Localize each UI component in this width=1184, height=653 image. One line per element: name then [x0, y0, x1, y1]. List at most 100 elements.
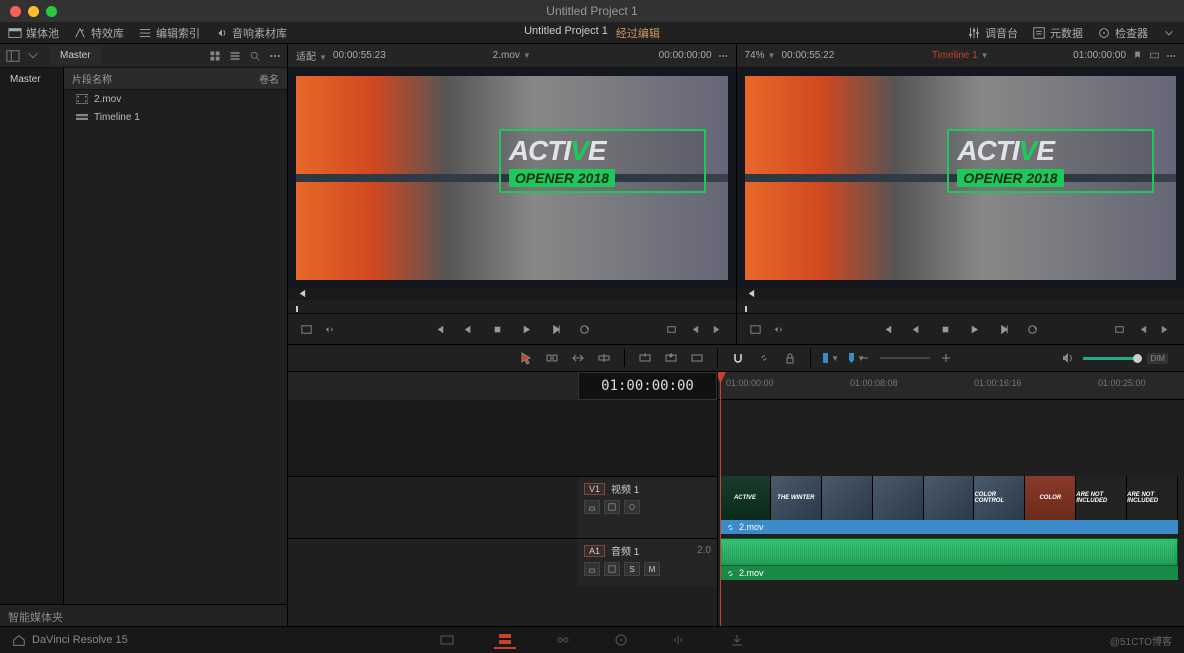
media-item-timeline[interactable]: Timeline 1: [64, 108, 287, 126]
edit-page-tab[interactable]: [494, 631, 516, 649]
auto-select-button[interactable]: [604, 562, 620, 576]
overwrite-clip-button[interactable]: [663, 350, 679, 366]
options-icon[interactable]: [269, 50, 281, 62]
solo-button[interactable]: S: [624, 562, 640, 576]
first-frame-button[interactable]: [881, 323, 894, 336]
media-pool-toggle[interactable]: 媒体池: [8, 25, 59, 41]
snapping-toggle[interactable]: [730, 350, 746, 366]
link-toggle[interactable]: [756, 350, 772, 366]
source-options-icon[interactable]: [718, 51, 728, 61]
sound-library-toggle[interactable]: 音响素材库: [214, 25, 287, 41]
jump-start-icon[interactable]: [745, 288, 756, 299]
mixer-toggle[interactable]: 调音台: [967, 25, 1018, 41]
insert-icon[interactable]: [665, 323, 678, 336]
zoom-out-button[interactable]: [856, 350, 872, 366]
deliver-page-tab[interactable]: [726, 631, 748, 649]
volume-slider[interactable]: [1083, 357, 1139, 360]
panel-expand-icon[interactable]: [26, 49, 40, 63]
media-item-clip[interactable]: 2.mov: [64, 90, 287, 108]
next-frame-button[interactable]: [549, 323, 562, 336]
program-options-icon[interactable]: [1166, 51, 1176, 61]
overwrite-icon[interactable]: [688, 323, 701, 336]
video-track-header[interactable]: V1视频 1: [578, 477, 717, 538]
program-marker-icon[interactable]: [1132, 50, 1143, 61]
next-frame-button[interactable]: [997, 323, 1010, 336]
loop-button[interactable]: [1026, 323, 1039, 336]
zoom-window-button[interactable]: [46, 6, 57, 17]
search-icon[interactable]: [249, 50, 261, 62]
auto-select-button[interactable]: [604, 500, 620, 514]
insert-icon[interactable]: [1113, 323, 1126, 336]
dynamic-trim-tool[interactable]: [570, 350, 586, 366]
effects-library-toggle[interactable]: 特效库: [73, 25, 124, 41]
breadcrumb-master[interactable]: Master: [50, 46, 101, 65]
in-out-icon[interactable]: [323, 323, 336, 336]
volume-icon[interactable]: [1061, 351, 1075, 365]
lock-toggle[interactable]: [782, 350, 798, 366]
play-button[interactable]: [520, 323, 533, 336]
jump-start-icon[interactable]: [296, 288, 307, 299]
selection-tool[interactable]: [518, 350, 534, 366]
dim-button[interactable]: DIM: [1147, 353, 1168, 364]
flag-dropdown[interactable]: ▼: [823, 350, 839, 366]
source-scrubber[interactable]: [288, 300, 736, 314]
source-clip-name[interactable]: 2.mov▼: [493, 50, 531, 61]
audio-clip[interactable]: [720, 538, 1178, 566]
close-window-button[interactable]: [10, 6, 21, 17]
metadata-toggle[interactable]: 元数据: [1032, 25, 1083, 41]
program-bypass-icon[interactable]: [1149, 50, 1160, 61]
list-view-icon[interactable]: [229, 50, 241, 62]
track-disable-button[interactable]: [624, 500, 640, 514]
blade-tool[interactable]: [596, 350, 612, 366]
edit-index-toggle[interactable]: 编辑索引: [138, 25, 200, 41]
mute-button[interactable]: M: [644, 562, 660, 576]
replace-clip-button[interactable]: [689, 350, 705, 366]
loop-button[interactable]: [578, 323, 591, 336]
timeline-timecode[interactable]: 01:00:00:00: [578, 372, 717, 400]
timeline-toolbar: ▼ ▼ DIM: [288, 344, 1184, 372]
color-page-tab[interactable]: [610, 631, 632, 649]
inspector-toggle[interactable]: 检查器: [1097, 25, 1148, 41]
zoom-in-button[interactable]: [938, 350, 954, 366]
fairlight-page-tab[interactable]: [668, 631, 690, 649]
trim-tool[interactable]: [544, 350, 560, 366]
first-frame-button[interactable]: [433, 323, 446, 336]
audio-track-header[interactable]: A1音频 12.0 S M: [578, 539, 717, 586]
window-titlebar: Untitled Project 1: [0, 0, 1184, 22]
audio-clip-label[interactable]: 2.mov: [720, 566, 1178, 580]
match-frame-icon[interactable]: [749, 323, 762, 336]
media-page-tab[interactable]: [436, 631, 458, 649]
track-lock-button[interactable]: [584, 500, 600, 514]
source-tc-left: 00:00:55:23: [333, 50, 386, 61]
prev-frame-button[interactable]: [462, 323, 475, 336]
thumbnail-view-icon[interactable]: [209, 50, 221, 62]
program-scrubber[interactable]: [737, 300, 1184, 314]
source-screen[interactable]: ACTIVE OPENER 2018: [288, 68, 736, 288]
video-clip[interactable]: ACTIVE THE WINTER COLOR CONTROL COLOR AR…: [720, 476, 1178, 520]
prev-frame-button[interactable]: [910, 323, 923, 336]
match-frame-icon[interactable]: [300, 323, 313, 336]
insert-clip-button[interactable]: [637, 350, 653, 366]
replace-icon[interactable]: [711, 323, 724, 336]
stop-button[interactable]: [491, 323, 504, 336]
expand-toggle[interactable]: [1162, 25, 1176, 41]
project-name: Untitled Project 1: [524, 25, 608, 41]
replace-icon[interactable]: [1159, 323, 1172, 336]
track-lock-button[interactable]: [584, 562, 600, 576]
panel-layout-icon[interactable]: [6, 49, 20, 63]
source-fit-dropdown[interactable]: 适配▼: [296, 48, 327, 63]
stop-button[interactable]: [939, 323, 952, 336]
program-zoom-dropdown[interactable]: 74%▼: [745, 50, 776, 61]
overwrite-icon[interactable]: [1136, 323, 1149, 336]
in-out-icon[interactable]: [772, 323, 785, 336]
fusion-page-tab[interactable]: [552, 631, 574, 649]
home-icon[interactable]: [12, 633, 26, 647]
minimize-window-button[interactable]: [28, 6, 39, 17]
program-timeline-name[interactable]: Timeline 1▼: [932, 50, 989, 61]
zoom-slider[interactable]: [880, 357, 930, 359]
play-button[interactable]: [968, 323, 981, 336]
playhead[interactable]: [720, 372, 721, 626]
video-clip-label[interactable]: 2.mov: [720, 520, 1178, 534]
program-screen[interactable]: ACTIVE OPENER 2018: [737, 68, 1184, 288]
sidebar-master-bin[interactable]: Master: [0, 70, 63, 89]
